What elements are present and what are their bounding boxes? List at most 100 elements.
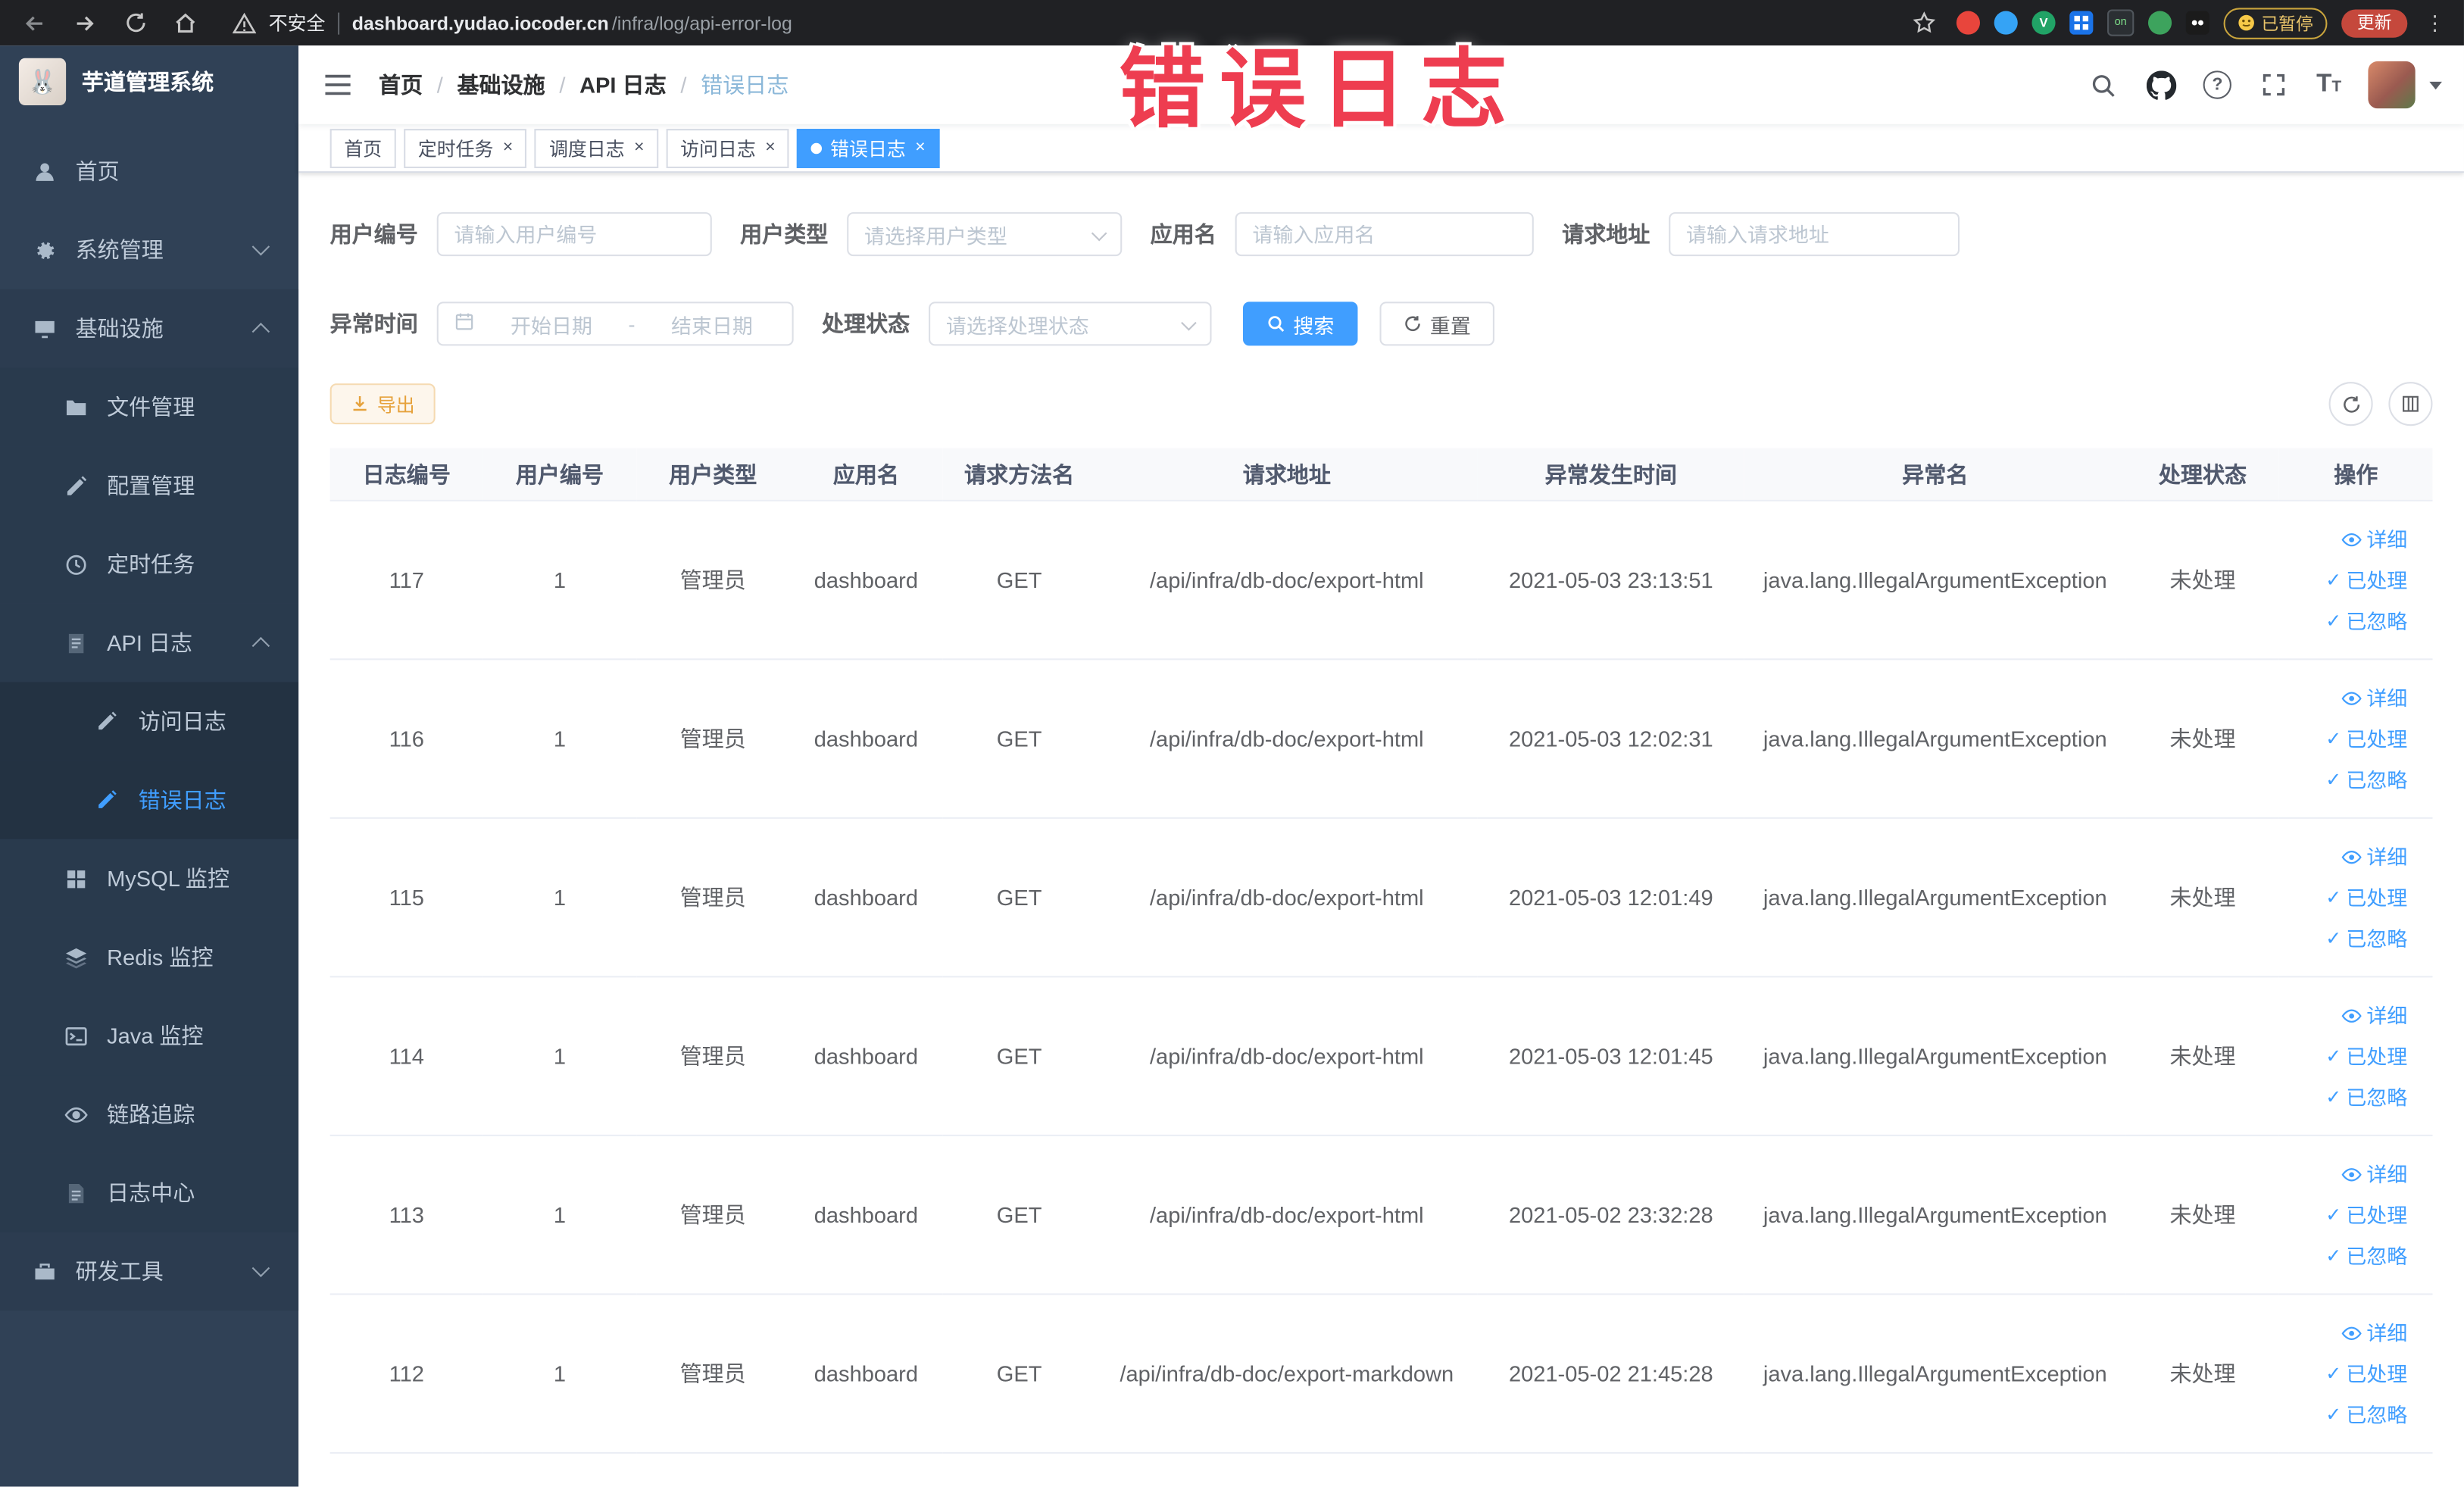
mark-ignored-link[interactable]: ✓ 已忽略 [2325,1236,2407,1276]
detail-link[interactable]: 详细 [2341,1313,2407,1352]
extension-icon-record[interactable] [1956,11,1980,35]
address-bar[interactable]: 不安全 dashboard.yudao.iocoder.cn/infra/log… [233,9,1892,36]
sidebar-item-jobs[interactable]: 定时任务 [0,524,299,604]
check-icon: ✓ [2325,886,2342,908]
tab-jobs[interactable]: 定时任务 × [404,128,527,167]
sidebar-item-java[interactable]: Java 监控 [0,996,299,1076]
download-icon [353,396,367,411]
status-cell: 未处理 [2125,976,2280,1136]
update-button[interactable]: 更新 [2341,8,2408,37]
mark-ignored-link[interactable]: ✓ 已忽略 [2325,601,2407,641]
tab-error-log[interactable]: 错误日志 × [797,128,940,167]
extension-icon-vue[interactable]: V [2031,11,2056,35]
search-icon[interactable] [2087,69,2118,100]
help-icon[interactable]: ? [2203,70,2232,99]
sidebar-item-devtools[interactable]: 研发工具 [0,1232,299,1311]
request-url-input[interactable] [1669,212,1960,257]
app-name-input[interactable] [1235,212,1534,257]
range-separator: - [628,311,636,336]
reset-button[interactable]: 重置 [1379,301,1495,346]
mark-processed-link[interactable]: ✓ 已处理 [2325,1354,2407,1393]
sidebar-item-system[interactable]: 系统管理 [0,211,298,289]
detail-link[interactable]: 详细 [2341,995,2407,1035]
search-button[interactable]: 搜索 [1243,301,1358,346]
mark-ignored-link[interactable]: ✓ 已忽略 [2325,1077,2407,1117]
mark-ignored-link[interactable]: ✓ 已忽略 [2325,919,2407,958]
sidebar-item-error-log[interactable]: 错误日志 [0,761,299,839]
tab-close-icon[interactable]: × [634,139,644,157]
column-settings-button[interactable] [2388,382,2433,426]
fullscreen-icon[interactable] [2258,69,2289,100]
col-header-user-type: 用户类型 [636,448,790,501]
tab-access-log[interactable]: 访问日志 × [666,128,790,167]
tab-schedule-log[interactable]: 调度日志 × [535,128,659,167]
edit-icon [63,473,88,498]
sidebar-item-config[interactable]: 配置管理 [0,446,299,525]
paused-badge[interactable]: 已暂停 [2223,7,2328,39]
detail-link[interactable]: 详细 [2341,520,2407,559]
user-type-cell: 管理员 [636,976,790,1136]
avatar[interactable] [2368,61,2416,109]
reload-icon[interactable] [117,4,155,42]
user-type-cell: 管理员 [636,1294,790,1454]
user-type-select[interactable]: 请选择用户类型 [847,212,1123,257]
extension-icon-leaf[interactable] [2147,11,2172,35]
app-name-cell: dashboard [789,976,943,1136]
sidebar-logo[interactable]: 🐰 芋道管理系统 [0,45,298,116]
sidebar-item-files[interactable]: 文件管理 [0,367,299,447]
extension-icon-drop[interactable] [1994,11,2018,35]
back-icon[interactable] [16,4,54,42]
status-cell: 未处理 [2125,1135,2280,1295]
breadcrumb-home[interactable]: 首页 [379,69,423,100]
detail-link[interactable]: 详细 [2341,1154,2407,1194]
hamburger-icon[interactable] [322,69,353,100]
sidebar-item-home[interactable]: 首页 [0,132,298,211]
breadcrumb-infra[interactable]: 基础设施 [457,69,545,100]
sidebar-item-tracing[interactable]: 链路追踪 [0,1075,299,1154]
sidebar-item-access-log[interactable]: 访问日志 [0,682,299,761]
tab-close-icon[interactable]: × [503,139,513,157]
browser-menu-icon[interactable]: ⋮ [2422,10,2448,35]
sidebar-item-infra[interactable]: 基础设施 [0,289,299,368]
mark-processed-link[interactable]: ✓ 已处理 [2325,1195,2407,1235]
user-id-cell: 1 [482,817,637,978]
forward-icon[interactable] [66,4,104,42]
user-id-input[interactable] [436,212,712,257]
eye-icon [2341,1008,2362,1022]
mark-ignored-link[interactable]: ✓ 已忽略 [2325,1395,2407,1434]
app-name-cell: dashboard [789,659,943,819]
tab-home[interactable]: 首页 [329,128,396,167]
sidebar-item-redis[interactable]: Redis 监控 [0,917,299,997]
mark-ignored-link[interactable]: ✓ 已忽略 [2325,760,2407,799]
extension-icon-grid[interactable] [2069,11,2094,35]
sidebar-item-api-log[interactable]: API 日志 [0,603,299,683]
refresh-table-button[interactable] [2328,382,2373,426]
mark-processed-link[interactable]: ✓ 已处理 [2325,1036,2407,1076]
address-divider [338,11,340,34]
home-icon[interactable] [167,4,205,42]
bookmark-star-icon[interactable] [1904,4,1942,42]
extension-icon-tampermonkey[interactable] [2185,11,2209,35]
extension-icon-proxy[interactable]: on [2107,9,2135,36]
sidebar-item-mysql[interactable]: MySQL 监控 [0,839,299,918]
mark-processed-link[interactable]: ✓ 已处理 [2325,719,2407,758]
detail-link[interactable]: 详细 [2341,837,2407,876]
font-size-icon[interactable]: TT [2316,71,2341,97]
export-button[interactable]: 导出 [329,383,436,425]
user-id-cell: 1 [482,500,637,661]
breadcrumb-api-log[interactable]: API 日志 [579,69,667,100]
github-icon[interactable] [2145,69,2176,100]
check-icon: ✓ [2325,1044,2342,1067]
mark-processed-link[interactable]: ✓ 已处理 [2325,878,2407,917]
process-status-select[interactable]: 请选择处理状态 [929,301,1212,346]
site-warning-icon[interactable] [233,11,257,34]
edit-icon [94,787,119,812]
detail-link[interactable]: 详细 [2341,678,2407,717]
mark-processed-link[interactable]: ✓ 已处理 [2325,561,2407,600]
check-icon: ✓ [2325,608,2342,631]
tab-close-icon[interactable]: × [765,139,775,157]
sidebar-item-log-center[interactable]: 日志中心 [0,1153,299,1232]
date-range-picker[interactable]: 开始日期 - 结束日期 [436,301,794,346]
avatar-caret-icon[interactable] [2429,80,2442,89]
tab-close-icon[interactable]: × [915,139,925,157]
